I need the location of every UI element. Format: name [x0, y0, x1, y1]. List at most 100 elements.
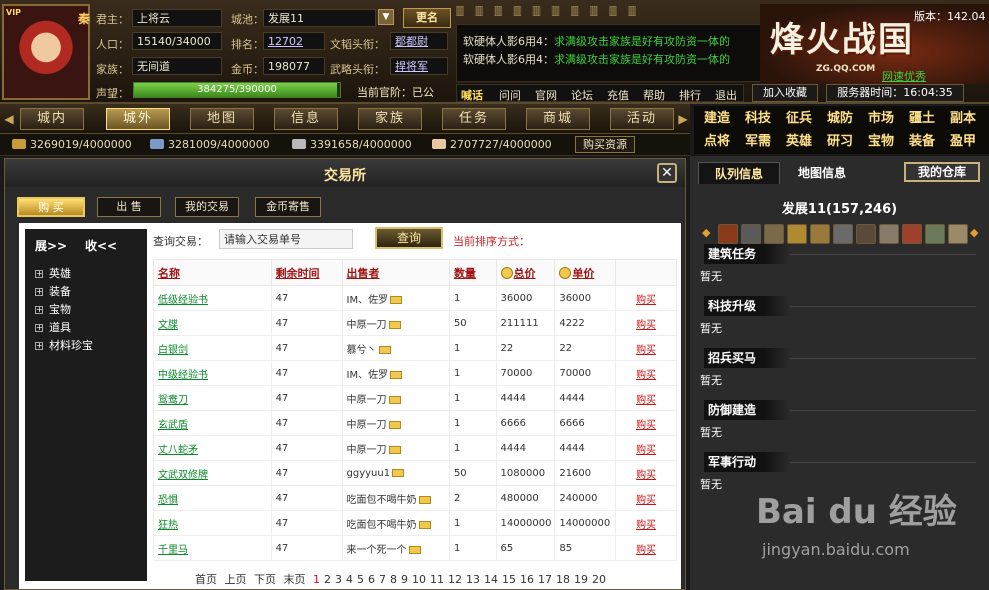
network-status-link[interactable]: 网速优秀 — [882, 68, 926, 84]
quick-armor[interactable]: 盈甲 — [946, 131, 980, 152]
link-ranking[interactable]: 排行 — [679, 87, 701, 103]
tab-buy[interactable]: 购 买 — [17, 197, 85, 217]
item-name-link[interactable]: 恐惧 — [153, 485, 272, 511]
category-materials[interactable]: + 材料珍宝 — [35, 337, 93, 353]
my-warehouse-button[interactable]: 我的仓库 — [904, 162, 980, 182]
page-number[interactable]: 20 — [592, 573, 606, 586]
page-next[interactable]: 下页 — [254, 573, 276, 586]
nav-events[interactable]: 活动 — [610, 108, 674, 130]
mail-icon[interactable] — [390, 295, 403, 304]
category-treasure[interactable]: + 宝物 — [35, 301, 71, 317]
item-name-link[interactable]: 文武双修牌 — [153, 460, 272, 486]
trade-id-input[interactable] — [219, 229, 353, 249]
buy-link[interactable]: 购买 — [615, 335, 677, 361]
quick-heroes[interactable]: 英雄 — [782, 131, 816, 152]
buy-link[interactable]: 购买 — [615, 485, 677, 511]
col-unit-price[interactable]: 单价 — [554, 259, 617, 286]
page-number[interactable]: 10 — [412, 573, 426, 586]
quick-defense[interactable]: 城防 — [823, 108, 857, 129]
mail-icon[interactable] — [388, 445, 401, 454]
buy-link[interactable]: 购买 — [615, 535, 677, 561]
buy-link[interactable]: 购买 — [615, 460, 677, 486]
page-number[interactable]: 6 — [368, 573, 375, 586]
buff-icon[interactable] — [764, 224, 784, 244]
quick-equipment[interactable]: 装备 — [905, 131, 939, 152]
col-total-price[interactable]: 总价 — [495, 259, 556, 286]
quick-treasure[interactable]: 宝物 — [864, 131, 898, 152]
page-number[interactable]: 17 — [538, 573, 552, 586]
buff-icon[interactable] — [718, 224, 738, 244]
buff-icon[interactable] — [741, 224, 761, 244]
buy-link[interactable]: 购买 — [615, 360, 677, 386]
expand-all-button[interactable]: 展>> — [35, 237, 67, 254]
link-shout[interactable]: 喊话 — [461, 87, 483, 103]
item-name-link[interactable]: 玄武盾 — [153, 410, 272, 436]
quick-recruit[interactable]: 征兵 — [782, 108, 816, 129]
page-number[interactable]: 8 — [390, 573, 397, 586]
category-heroes[interactable]: + 英雄 — [35, 265, 71, 281]
rename-button[interactable]: 更名 — [403, 8, 451, 28]
buff-icon[interactable] — [902, 224, 922, 244]
buff-icon[interactable] — [925, 224, 945, 244]
page-number[interactable]: 15 — [502, 573, 516, 586]
military-title-value[interactable]: 捍将军 — [390, 57, 448, 75]
tab-map-info[interactable]: 地图信息 — [784, 162, 860, 184]
page-number[interactable]: 7 — [379, 573, 386, 586]
quick-market[interactable]: 市场 — [864, 108, 898, 129]
page-last[interactable]: 末页 — [284, 573, 306, 586]
civil-title-value[interactable]: 郡都尉 — [390, 32, 448, 50]
rank-value[interactable]: 12702 — [263, 32, 325, 50]
mail-icon[interactable] — [390, 370, 403, 379]
strip-next-icon[interactable]: ◆ — [970, 226, 980, 242]
quick-territory[interactable]: 疆土 — [905, 108, 939, 129]
col-seller[interactable]: 出售者 — [341, 259, 450, 286]
link-ask[interactable]: 问问 — [499, 87, 521, 103]
tab-gold-consign[interactable]: 金币寄售 — [255, 197, 321, 217]
buy-link[interactable]: 购买 — [615, 410, 677, 436]
query-button[interactable]: 查询 — [375, 227, 443, 249]
page-number[interactable]: 1 — [313, 573, 320, 586]
quick-dungeon[interactable]: 副本 — [946, 108, 980, 129]
category-items[interactable]: + 道具 — [35, 319, 71, 335]
buff-icon[interactable] — [879, 224, 899, 244]
mail-icon[interactable] — [388, 320, 401, 329]
col-time-left[interactable]: 剩余时间 — [270, 259, 343, 286]
buy-resources-button[interactable]: 购买资源 — [575, 136, 635, 153]
buy-link[interactable]: 购买 — [615, 510, 677, 536]
avatar[interactable] — [2, 4, 90, 100]
collapse-all-button[interactable]: 收<< — [85, 237, 117, 254]
strip-prev-icon[interactable]: ◆ — [702, 226, 712, 242]
category-equipment[interactable]: + 装备 — [35, 283, 71, 299]
item-name-link[interactable]: 中级经验书 — [153, 360, 272, 386]
nav-next-icon[interactable]: ▶ — [676, 110, 690, 128]
page-number[interactable]: 11 — [430, 573, 444, 586]
nav-family[interactable]: 家族 — [358, 108, 422, 130]
page-number[interactable]: 14 — [484, 573, 498, 586]
item-name-link[interactable]: 文牒 — [153, 310, 272, 336]
item-name-link[interactable]: 丈八蛇矛 — [153, 435, 272, 461]
buy-link[interactable]: 购买 — [615, 285, 677, 311]
mail-icon[interactable] — [418, 520, 431, 529]
mail-icon[interactable] — [392, 468, 405, 477]
link-forum[interactable]: 论坛 — [571, 87, 593, 103]
chevron-down-icon[interactable]: ▼ — [378, 9, 394, 25]
page-number[interactable]: 18 — [556, 573, 570, 586]
buff-icon[interactable] — [810, 224, 830, 244]
mail-icon[interactable] — [388, 420, 401, 429]
item-name-link[interactable]: 狂热 — [153, 510, 272, 536]
page-number[interactable]: 5 — [357, 573, 364, 586]
quick-build[interactable]: 建造 — [700, 108, 734, 129]
link-logout[interactable]: 退出 — [715, 87, 737, 103]
item-name-link[interactable]: 千里马 — [153, 535, 272, 561]
nav-shop[interactable]: 商城 — [526, 108, 590, 130]
page-number[interactable]: 19 — [574, 573, 588, 586]
page-number[interactable]: 9 — [401, 573, 408, 586]
mail-icon[interactable] — [418, 495, 431, 504]
quick-tech[interactable]: 科技 — [741, 108, 775, 129]
city-select[interactable]: 发展11 — [263, 9, 376, 27]
mail-icon[interactable] — [378, 345, 391, 354]
page-number[interactable]: 3 — [335, 573, 342, 586]
nav-city-outside[interactable]: 城外 — [106, 108, 170, 130]
item-name-link[interactable]: 鸳鸯刀 — [153, 385, 272, 411]
page-number[interactable]: 4 — [346, 573, 353, 586]
